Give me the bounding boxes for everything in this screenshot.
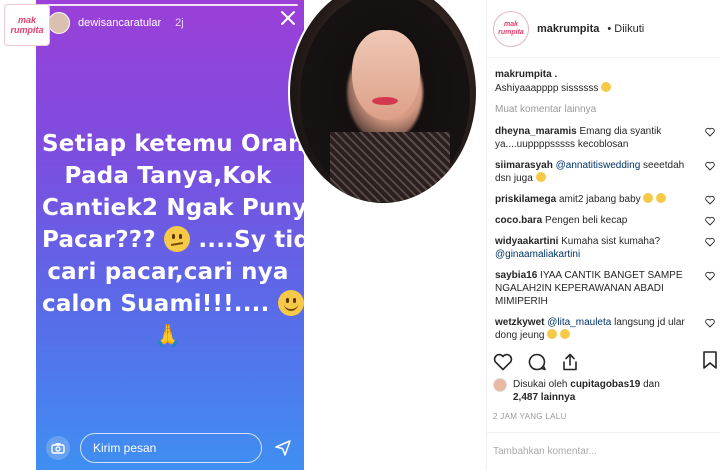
- story-avatar[interactable]: [48, 12, 70, 34]
- post-time[interactable]: 2 JAM YANG LALU: [493, 412, 567, 421]
- liker-avatar[interactable]: [493, 378, 507, 392]
- send-message-input[interactable]: Kirim pesan: [80, 433, 262, 463]
- watermark-logo: mak rumpita: [4, 4, 50, 46]
- praying-hands-icon: 🙏: [154, 324, 182, 349]
- bookmark-icon[interactable]: [702, 350, 718, 370]
- caption-user[interactable]: makrumpita .: [495, 68, 715, 82]
- crying-face-icon: [656, 193, 667, 203]
- comment-user[interactable]: saybia16: [495, 270, 537, 281]
- follow-status[interactable]: • Diikuti: [607, 23, 644, 35]
- likes-and: dan: [643, 379, 660, 390]
- heart-icon[interactable]: [705, 195, 715, 205]
- post-panel: mak rumpita makrumpita • Diikuti makrump…: [486, 0, 720, 470]
- close-icon[interactable]: [280, 10, 296, 30]
- comment-user[interactable]: dheyna_maramis: [495, 126, 577, 137]
- story-panel: dewisancaratular 2j Setiap ketemu Orang …: [36, 0, 304, 470]
- comment-mention[interactable]: @ginaamaliakartini: [495, 249, 580, 260]
- comment-text: amit2 jabang baby: [558, 194, 641, 205]
- post-caption: makrumpita . Ashiyaaapppp sissssss: [495, 68, 715, 96]
- story-line-3: Cantiek2 Ngak Punya: [42, 195, 304, 221]
- story-line-1: Setiap ketemu Orang: [42, 131, 304, 157]
- story-username[interactable]: dewisancaratular: [78, 17, 161, 29]
- likes-summary: Disukai oleh cupitagobas19 dan 2,487 lai…: [493, 378, 660, 404]
- smiley-face-icon: [277, 290, 304, 316]
- comment-item: siimarasyah @annatitiswedding seeetdah d…: [495, 159, 715, 185]
- caption-text: Ashiyaaapppp sissssss: [495, 83, 599, 94]
- comment-item: wetzkywet @lita_mauleta langsung jd ular…: [495, 316, 715, 342]
- comment-user[interactable]: siimarasyah: [495, 160, 553, 171]
- laughing-face-icon: [560, 329, 571, 339]
- story-line-7: calon Suami!!!....: [42, 291, 270, 317]
- heart-icon[interactable]: [705, 318, 715, 328]
- laughing-face-icon: [547, 329, 558, 339]
- story-line-2: Pada Tanya,Kok: [64, 163, 272, 189]
- comment-item: saybia16 IYAA CANTIK BANGET SAMPE NGALAH…: [495, 269, 715, 308]
- story-text: Setiap ketemu Orang Pada Tanya,Kok Canti…: [42, 128, 304, 353]
- comment-bubble-icon[interactable]: [527, 352, 547, 372]
- author-avatar-bottom: rumpita: [498, 28, 524, 36]
- story-line-6: cari pacar,cari nya: [47, 259, 289, 285]
- thinking-face-icon: [164, 226, 191, 252]
- story-line-8-wrap: 🙏: [42, 320, 294, 353]
- post-author[interactable]: makrumpita: [537, 23, 599, 35]
- comments-list: makrumpita . Ashiyaaapppp sissssss Muat …: [495, 68, 715, 350]
- story-progress-bar: [42, 4, 298, 6]
- heart-icon[interactable]: [705, 161, 715, 171]
- likes-count[interactable]: 2,487 lainnya: [513, 392, 575, 403]
- profile-photo-circle: [288, 0, 478, 205]
- screenshot-collage: mak rumpita dewisancaratular 2j Setiap k…: [0, 0, 720, 470]
- comment-text: Kumaha sist kumaha?: [561, 236, 661, 247]
- story-line-7-wrap: calon Suami!!!....: [42, 288, 304, 320]
- laughing-face-icon: [535, 172, 546, 182]
- story-line-5: ....Sy tidak: [198, 227, 304, 253]
- heart-icon[interactable]: [705, 271, 715, 281]
- comment-user[interactable]: widyaakartini: [495, 236, 558, 247]
- story-line-4-wrap: Pacar??? ....Sy tidak: [42, 224, 304, 256]
- story-header: dewisancaratular 2j: [48, 12, 184, 34]
- thumbs-up-icon: [601, 82, 612, 92]
- send-icon[interactable]: [272, 437, 294, 459]
- heart-icon[interactable]: [705, 237, 715, 247]
- load-more-comments[interactable]: Muat komentar lainnya: [495, 104, 715, 115]
- comment-user[interactable]: coco.bara: [495, 215, 542, 226]
- share-upload-icon[interactable]: [561, 352, 579, 372]
- likes-prefix: Disukai oleh: [513, 379, 568, 390]
- comment-mention[interactable]: @annatitiswedding: [556, 160, 641, 171]
- post-actions: [493, 350, 720, 374]
- add-comment-input[interactable]: Tambahkan komentar...: [487, 432, 720, 470]
- watermark-bottom-text: rumpita: [10, 25, 44, 35]
- comment-item: coco.bara Pengen beli kecap: [495, 214, 715, 227]
- like-heart-icon[interactable]: [493, 353, 513, 371]
- comment-user[interactable]: priskilamega: [495, 194, 556, 205]
- story-line-4: Pacar???: [42, 227, 156, 253]
- comment-item: dheyna_maramis Emang dia syantik ya....u…: [495, 125, 715, 151]
- comment-text: Pengen beli kecap: [545, 215, 628, 226]
- heart-icon[interactable]: [705, 216, 715, 226]
- author-avatar[interactable]: mak rumpita: [493, 10, 529, 47]
- likes-user[interactable]: cupitagobas19: [570, 379, 640, 390]
- post-header: mak rumpita makrumpita • Diikuti: [487, 0, 720, 58]
- author-avatar-top: mak: [503, 20, 518, 28]
- comment-item: widyaakartini Kumaha sist kumaha? @ginaa…: [495, 235, 715, 261]
- person-facepalm-icon: [643, 193, 654, 203]
- camera-icon[interactable]: [46, 436, 70, 460]
- likes-text: Disukai oleh cupitagobas19 dan 2,487 lai…: [513, 378, 660, 404]
- comment-mention[interactable]: @lita_mauleta: [547, 317, 611, 328]
- story-footer: Kirim pesan: [36, 426, 304, 470]
- comment-user[interactable]: wetzkywet: [495, 317, 544, 328]
- watermark-top-text: mak: [17, 15, 36, 25]
- story-time: 2j: [175, 17, 184, 29]
- comment-item: priskilamega amit2 jabang baby: [495, 193, 715, 206]
- heart-icon[interactable]: [705, 127, 715, 137]
